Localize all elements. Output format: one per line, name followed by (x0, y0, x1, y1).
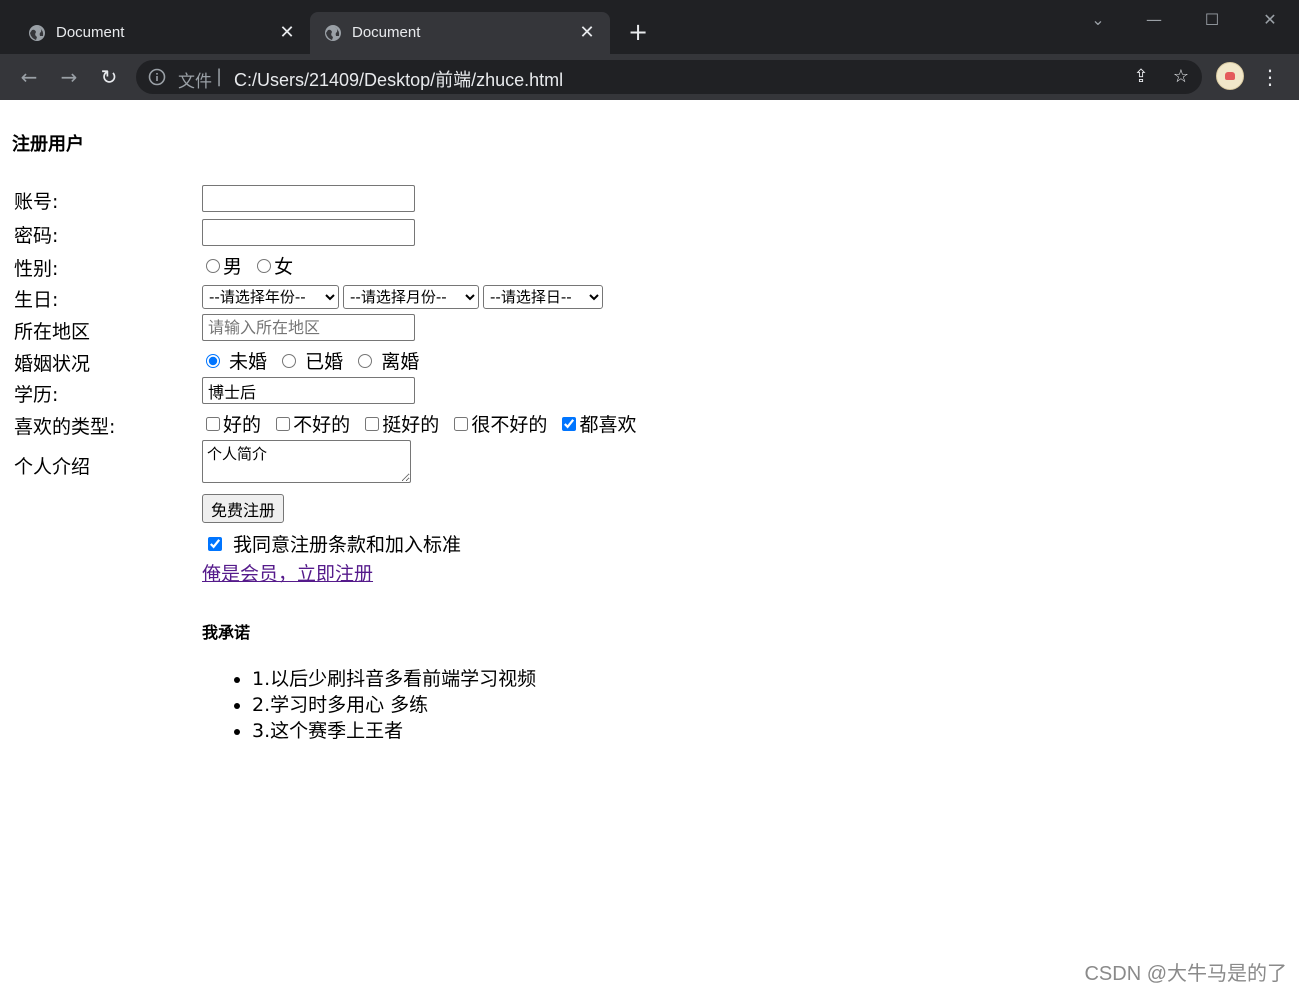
birth-year-select[interactable]: --请选择年份-- (202, 285, 339, 309)
gender-label: 性别: (14, 258, 59, 280)
gender-radio-female[interactable] (257, 258, 272, 273)
globe-icon (325, 25, 341, 41)
type-option-all: 都喜欢 (579, 414, 637, 436)
member-login-link[interactable]: 俺是会员，立即注册 (202, 563, 373, 585)
type-option-quite-good: 挺好的 (382, 414, 440, 436)
birth-day-select[interactable]: --请选择日-- (483, 285, 603, 309)
maximize-icon[interactable]: ☐ (1192, 6, 1232, 34)
page-content: 注册用户 账号: 密码: 性别: 男 女 生日: --请选择年份-- --请选择… (0, 100, 1299, 992)
promise-list: 1.以后少刷抖音多看前端学习视频 2.学习时多用心 多练 3.这个赛季上王者 (202, 666, 536, 744)
scheme-separator: | (216, 66, 223, 87)
password-input[interactable] (202, 219, 415, 246)
list-item: 3.这个赛季上王者 (252, 718, 536, 744)
list-item: 2.学习时多用心 多练 (252, 692, 536, 718)
tab-document-2[interactable]: Document ✕ (310, 12, 610, 54)
gender-option-male: 男 (223, 256, 243, 278)
birthday-label: 生日: (14, 289, 59, 311)
list-item: 1.以后少刷抖音多看前端学习视频 (252, 666, 536, 692)
minimize-icon[interactable]: — (1134, 6, 1174, 34)
types-label: 喜欢的类型: (14, 416, 116, 438)
education-label: 学历: (14, 384, 59, 406)
promise-title: 我承诺 (202, 623, 251, 642)
type-checkbox-all[interactable] (562, 416, 577, 431)
tab-strip: Document ✕ Document ✕ + ⌄ — ☐ ✕ (0, 0, 1299, 54)
marital-radio-divorced[interactable] (358, 353, 373, 368)
avatar[interactable] (1216, 62, 1244, 90)
gender-option-female: 女 (274, 256, 294, 278)
type-option-bad: 不好的 (293, 414, 351, 436)
gender-radio-male[interactable] (206, 258, 220, 273)
share-icon[interactable]: ⇪ (1130, 66, 1152, 88)
browser-window: Document ✕ Document ✕ + ⌄ — ☐ ✕ ← → ↻ 文件… (0, 0, 1299, 992)
info-icon[interactable] (148, 68, 166, 86)
star-icon[interactable]: ☆ (1170, 66, 1192, 88)
account-label: 账号: (14, 191, 59, 213)
tab-title: Document (352, 24, 421, 41)
intro-textarea[interactable] (202, 440, 411, 483)
birth-month-select[interactable]: --请选择月份-- (343, 285, 479, 309)
address-bar[interactable]: 文件 | C:/Users/21409/Desktop/前端/zhuce.htm… (136, 60, 1202, 94)
type-checkbox-quite-good[interactable] (365, 416, 380, 431)
intro-label: 个人介绍 (14, 456, 91, 478)
education-input[interactable] (202, 377, 415, 404)
window-close-icon[interactable]: ✕ (1250, 6, 1290, 34)
marital-option-single: 未婚 (229, 351, 268, 373)
tab-document-1[interactable]: Document ✕ (14, 12, 310, 54)
type-checkbox-bad[interactable] (276, 416, 291, 431)
tab-title: Document (56, 24, 125, 41)
marital-radio-married[interactable] (282, 353, 297, 368)
type-option-very-bad: 很不好的 (471, 414, 548, 436)
region-label: 所在地区 (14, 321, 91, 343)
reload-icon[interactable]: ↻ (94, 62, 124, 92)
type-checkbox-very-bad[interactable] (454, 416, 469, 431)
type-checkbox-good[interactable] (206, 416, 220, 431)
account-input[interactable] (202, 185, 415, 212)
agree-checkbox[interactable] (208, 536, 222, 551)
close-icon[interactable]: ✕ (276, 21, 298, 43)
arrow-right-icon[interactable]: → (54, 62, 84, 92)
arrow-left-icon[interactable]: ← (14, 62, 44, 92)
password-label: 密码: (14, 225, 59, 247)
close-icon[interactable]: ✕ (576, 21, 598, 43)
scheme-label: 文件 (178, 72, 212, 91)
csdn-watermark: CSDN @大牛马是的了 (1084, 963, 1287, 985)
page-title: 注册用户 (12, 134, 84, 155)
tab-search-icon[interactable]: ⌄ (1078, 6, 1118, 34)
marital-option-divorced: 离婚 (381, 351, 420, 373)
globe-icon (29, 25, 45, 41)
new-tab-icon[interactable]: + (624, 18, 652, 46)
marital-radio-single[interactable] (206, 353, 220, 368)
agree-label: 我同意注册条款和加入标准 (233, 534, 462, 556)
browser-toolbar: ← → ↻ 文件 | C:/Users/21409/Desktop/前端/zhu… (0, 54, 1299, 100)
marital-option-married: 已婚 (305, 351, 344, 373)
free-register-button[interactable]: 免费注册 (202, 494, 285, 523)
marital-label: 婚姻状况 (14, 353, 91, 375)
region-input[interactable] (202, 314, 415, 341)
url-text[interactable]: C:/Users/21409/Desktop/前端/zhuce.html (234, 66, 563, 92)
kebab-menu-icon[interactable]: ⋮ (1258, 62, 1282, 92)
agree-row: 我同意注册条款和加入标准 (202, 530, 467, 557)
type-option-good: 好的 (223, 414, 262, 436)
